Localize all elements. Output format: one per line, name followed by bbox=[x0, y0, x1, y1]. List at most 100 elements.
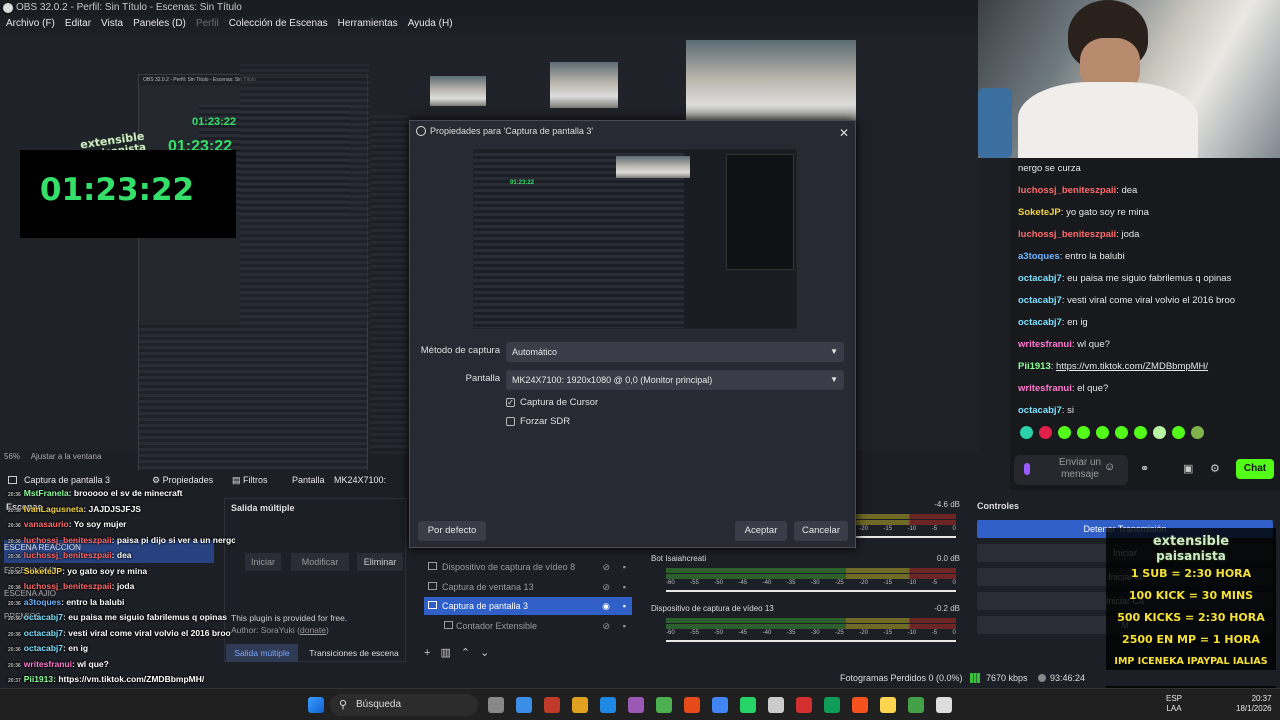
filters-button[interactable]: ▤ Filtros bbox=[232, 470, 268, 490]
mixer-tick-label: -30 bbox=[810, 580, 820, 586]
move-up-icon[interactable]: ⌃ bbox=[461, 647, 480, 659]
language-indicator[interactable]: ESP LAA bbox=[1166, 694, 1182, 714]
add-source-icon[interactable]: + bbox=[424, 647, 440, 659]
method-select[interactable]: Automático ▼ bbox=[506, 342, 844, 362]
taskbar-app-icon[interactable] bbox=[516, 697, 532, 713]
source-item[interactable]: Contador Extensible ⊘ ▪ bbox=[424, 617, 632, 635]
visibility-eye-icon[interactable]: ◉ bbox=[602, 597, 610, 615]
emote-icon[interactable] bbox=[1077, 426, 1090, 439]
chat-username[interactable]: luchossj_beniteszpaii bbox=[1018, 229, 1116, 240]
emote-icon[interactable] bbox=[1191, 426, 1204, 439]
emote-icon[interactable] bbox=[1115, 426, 1128, 439]
emote-icon[interactable] bbox=[1096, 426, 1109, 439]
emote-icon[interactable] bbox=[1153, 426, 1166, 439]
clock[interactable]: 20:37 18/1/2026 bbox=[1236, 694, 1272, 714]
chat-username[interactable]: octacabj7 bbox=[1018, 405, 1062, 416]
chat-username[interactable]: octacabj7 bbox=[1018, 273, 1062, 284]
move-down-icon[interactable]: ⌄ bbox=[480, 647, 499, 659]
live-time: 93:46:24 bbox=[1050, 673, 1086, 683]
menu-item[interactable]: Colección de Escenas bbox=[229, 16, 328, 34]
accept-button[interactable]: Aceptar bbox=[735, 521, 787, 541]
taskbar-app-icon[interactable] bbox=[796, 697, 812, 713]
chat-username[interactable]: writesfranui bbox=[1018, 383, 1072, 394]
tab-multi-output[interactable]: Salida múltiple bbox=[226, 644, 298, 662]
taskbar-app-icon[interactable] bbox=[852, 697, 868, 713]
chat-username[interactable]: writesfranui bbox=[1018, 339, 1072, 350]
visibility-eye-icon[interactable]: ⊘ bbox=[602, 558, 610, 576]
emoji-icon[interactable]: ☺ bbox=[1104, 461, 1115, 473]
emote-icon[interactable] bbox=[1172, 426, 1185, 439]
taskbar-search[interactable]: ⚲ Búsqueda bbox=[330, 694, 478, 716]
menu-item[interactable]: Vista bbox=[101, 16, 123, 34]
menu-item[interactable]: Paneles (D) bbox=[133, 16, 186, 34]
taskbar-app-icon[interactable] bbox=[656, 697, 672, 713]
volume-slider[interactable] bbox=[666, 590, 956, 592]
mixer-tick-label: -20 bbox=[859, 580, 868, 586]
remove-source-icon[interactable]: ▥ bbox=[440, 647, 460, 659]
defaults-button[interactable]: Por defecto bbox=[418, 521, 486, 541]
emote-icon[interactable] bbox=[1039, 426, 1052, 439]
cancel-button[interactable]: Cancelar bbox=[794, 521, 848, 541]
taskbar-app-icon[interactable] bbox=[684, 697, 700, 713]
menu-item[interactable]: Perfil bbox=[196, 16, 219, 34]
sdr-checkbox[interactable]: Forzar SDR bbox=[506, 416, 570, 428]
tab-scene-transitions[interactable]: Transiciones de escena bbox=[304, 644, 404, 662]
taskbar-app-icon[interactable] bbox=[880, 697, 896, 713]
lock-icon[interactable]: ▪ bbox=[623, 617, 626, 635]
chat-username[interactable]: Pii1913 bbox=[1018, 361, 1051, 372]
lock-icon[interactable]: ▪ bbox=[623, 558, 626, 576]
settings-gear-icon[interactable]: ⚙ bbox=[1210, 462, 1220, 475]
taskbar-app-icon[interactable] bbox=[824, 697, 840, 713]
taskbar-app-icon[interactable] bbox=[740, 697, 756, 713]
mixer-tick-label: -10 bbox=[907, 580, 917, 586]
taskbar-app-icon[interactable] bbox=[488, 697, 504, 713]
chat-username[interactable]: octacabj7 bbox=[1018, 295, 1062, 306]
visibility-eye-icon[interactable]: ⊘ bbox=[602, 617, 610, 635]
menu-item[interactable]: Editar bbox=[65, 16, 91, 34]
taskbar-app-icon[interactable] bbox=[628, 697, 644, 713]
lock-icon[interactable]: ▪ bbox=[623, 578, 626, 596]
source-item[interactable]: Captura de pantalla 3 ◉ ▪ bbox=[424, 597, 632, 615]
mixer-tick-label: -5 bbox=[931, 630, 938, 636]
chat-send-button[interactable]: Chat bbox=[1236, 459, 1274, 479]
emote-icon[interactable] bbox=[1058, 426, 1071, 439]
taskbar-app-icon[interactable] bbox=[712, 697, 728, 713]
chat-username[interactable]: luchossj_beniteszpaii bbox=[1018, 185, 1116, 196]
overlay-chat-text: JAJDJSJFJS bbox=[88, 503, 141, 514]
chat-username[interactable]: a3toques bbox=[1018, 251, 1060, 262]
emote-icon[interactable] bbox=[1134, 426, 1147, 439]
overlay-chat-text: entro la balubi bbox=[66, 596, 125, 607]
menu-item[interactable]: Ayuda (H) bbox=[408, 16, 453, 34]
taskbar-app-icon[interactable] bbox=[544, 697, 560, 713]
close-icon[interactable]: ✕ bbox=[839, 123, 849, 143]
chat-username[interactable]: octacabj7 bbox=[1018, 317, 1062, 328]
menu-bar: Archivo (F) Editar Vista Paneles (D) Perfil C… bbox=[0, 16, 978, 34]
checkbox-icon bbox=[506, 417, 515, 426]
chat-link[interactable]: https://vm.tiktok.com/ZMDBbmpMH/ bbox=[1056, 361, 1208, 372]
controls-title: Controles bbox=[977, 501, 1020, 511]
gift-icon[interactable]: ▣ bbox=[1183, 462, 1193, 475]
source-item[interactable]: Captura de ventana 13 ⊘ ▪ bbox=[424, 578, 632, 596]
overlay-chat-text: dea bbox=[116, 550, 132, 560]
windows-start-icon[interactable] bbox=[308, 697, 324, 713]
mixer-scale: -60-55-50-45-40-35-30-25-20-15-10-50 bbox=[666, 580, 956, 586]
rewards-icon[interactable]: ⚭ bbox=[1140, 462, 1149, 475]
taskbar-app-icon[interactable] bbox=[908, 697, 924, 713]
taskbar-app-icon[interactable] bbox=[600, 697, 616, 713]
chat-username[interactable]: SoketeJP bbox=[1018, 207, 1061, 218]
source-item[interactable]: Dispositivo de captura de vídeo 8 ⊘ ▪ bbox=[424, 558, 632, 576]
visibility-eye-icon[interactable]: ⊘ bbox=[602, 578, 610, 596]
menu-item[interactable]: Herramientas bbox=[338, 16, 398, 34]
emote-icon[interactable] bbox=[1020, 426, 1033, 439]
chat-input[interactable]: Enviar un mensaje ☺ bbox=[1014, 455, 1128, 485]
cursor-checkbox[interactable]: ✓ Captura de Cursor bbox=[506, 397, 598, 409]
volume-slider[interactable] bbox=[666, 640, 956, 642]
streamer-shirt bbox=[1018, 82, 1198, 158]
menu-item[interactable]: Archivo (F) bbox=[6, 16, 55, 34]
overlay-chat-user: a3toques bbox=[23, 596, 62, 607]
taskbar-app-icon[interactable] bbox=[768, 697, 784, 713]
taskbar-app-icon[interactable] bbox=[936, 697, 952, 713]
lock-icon[interactable]: ▪ bbox=[623, 597, 626, 615]
taskbar-app-icon[interactable] bbox=[572, 697, 588, 713]
screen-select[interactable]: MK24X7100: 1920x1080 @ 0,0 (Monitor prin… bbox=[506, 370, 844, 390]
